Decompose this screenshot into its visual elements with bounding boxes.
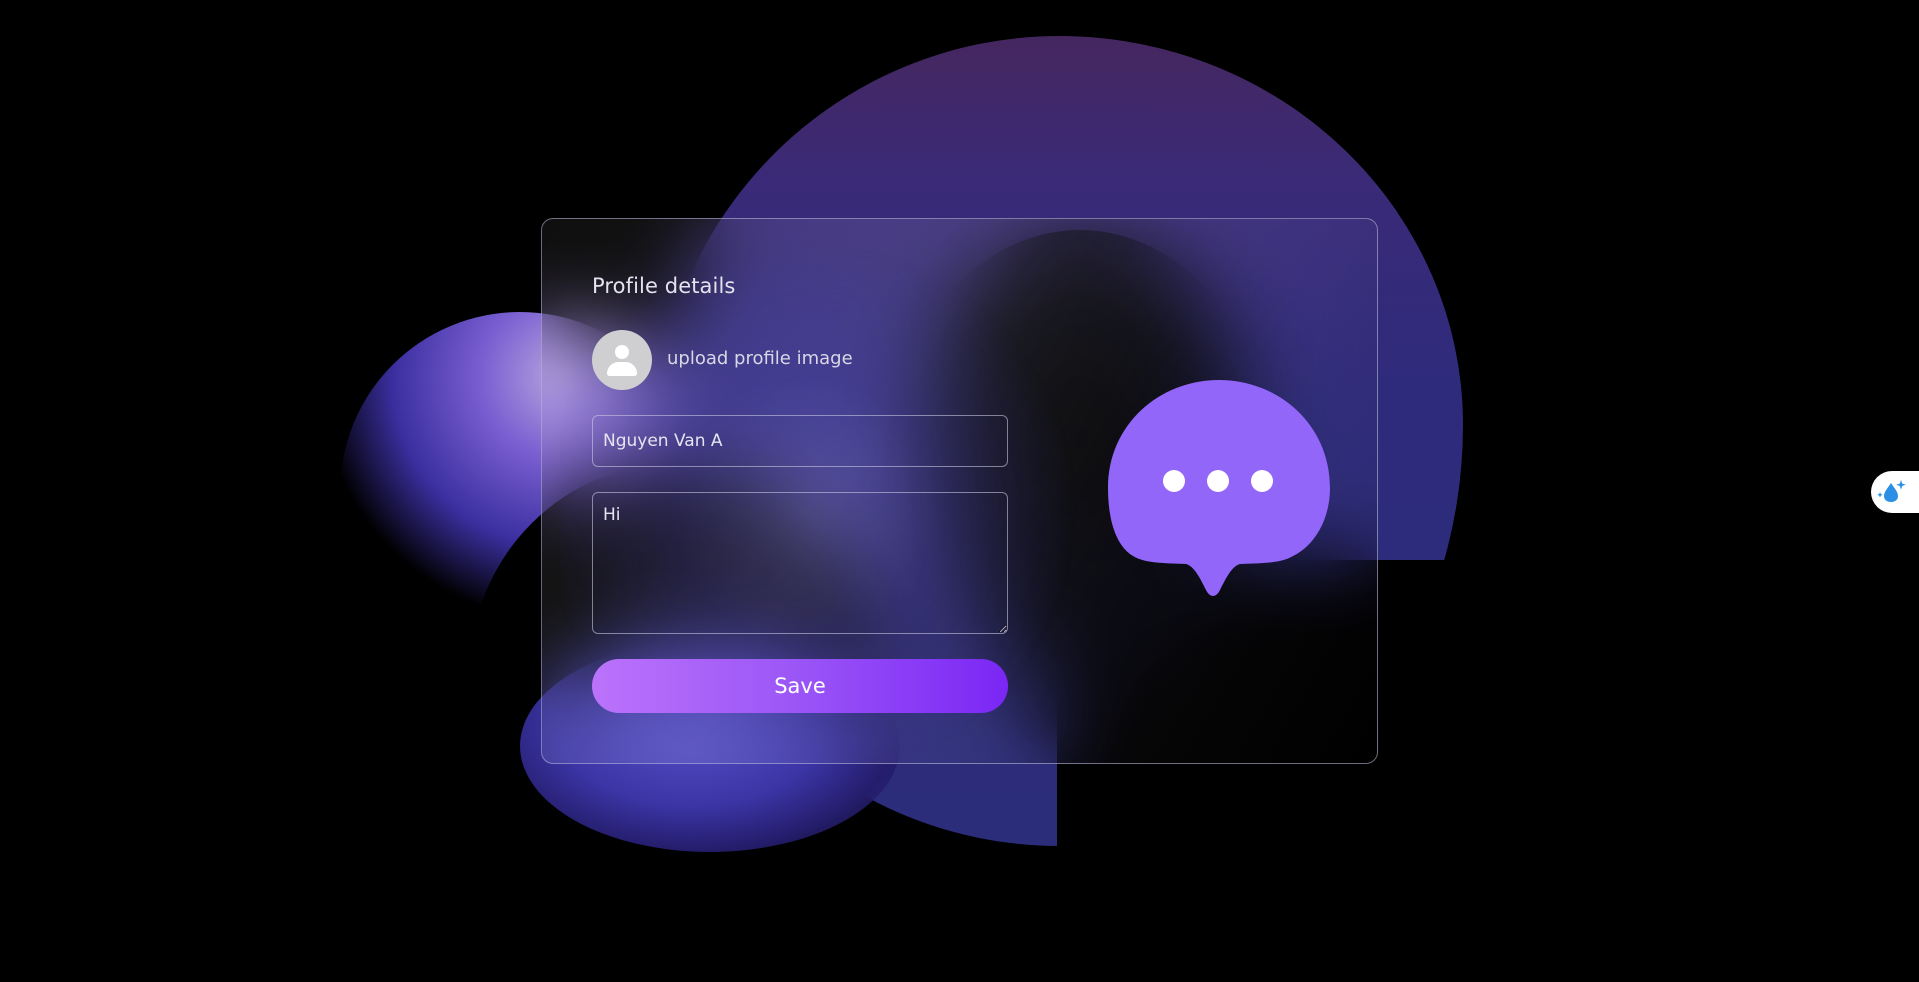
- page-title: Profile details: [592, 274, 736, 298]
- avatar-body: [607, 362, 637, 376]
- user-avatar-icon[interactable]: [592, 330, 652, 390]
- chat-bubble-icon: [1108, 380, 1330, 596]
- side-widget-button[interactable]: [1871, 471, 1919, 513]
- page-background: Profile details upload profile image Hi …: [0, 0, 1919, 982]
- chat-dot-1: [1163, 470, 1185, 492]
- chat-dot-3: [1251, 470, 1273, 492]
- water-drop-sparkle-icon: [1877, 480, 1906, 502]
- bio-textarea[interactable]: Hi: [592, 492, 1008, 634]
- chat-dot-2: [1207, 470, 1229, 492]
- avatar-head: [615, 345, 629, 359]
- save-button[interactable]: Save: [592, 659, 1008, 713]
- upload-profile-image-link[interactable]: upload profile image: [667, 348, 853, 369]
- name-input[interactable]: [592, 415, 1008, 467]
